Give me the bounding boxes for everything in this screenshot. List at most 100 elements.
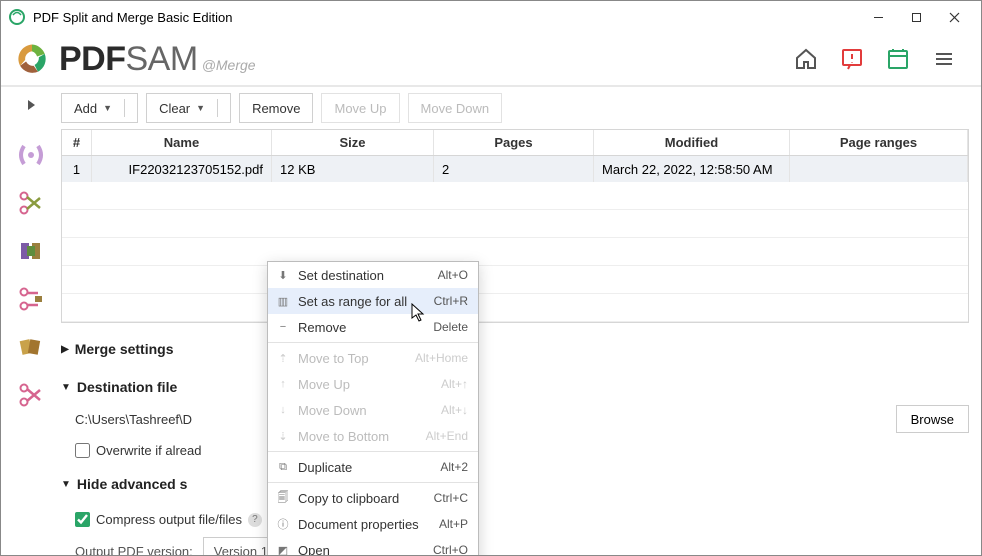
window-maximize-button[interactable]	[897, 2, 935, 32]
menu-item-label: Document properties	[298, 517, 431, 532]
menu-item-label: Move Up	[298, 377, 433, 392]
sidebar-item-splitbysize[interactable]	[13, 281, 49, 317]
menu-item-icon: ⬇	[276, 269, 290, 282]
menu-item-icon: ↑	[276, 378, 290, 390]
destination-toggle[interactable]: ▼ Destination file	[61, 375, 969, 399]
menu-item-label: Open	[298, 543, 425, 556]
compress-label: Compress output file/files	[96, 512, 242, 527]
sidebar-item-alternate[interactable]	[13, 377, 49, 413]
menu-item-accel: Ctrl+C	[434, 491, 468, 505]
menu-item-label: Move to Bottom	[298, 429, 418, 444]
moveup-button[interactable]: Move Up	[321, 93, 399, 123]
menu-item-move-to-bottom: ⇣ Move to Bottom Alt+End	[268, 423, 478, 449]
table-row[interactable]: 1 IF22032123705152.pdf 12 KB 2 March 22,…	[62, 156, 968, 182]
menu-item-accel: Delete	[433, 320, 468, 334]
col-num[interactable]: #	[62, 130, 92, 155]
movedown-button[interactable]: Move Down	[408, 93, 503, 123]
menu-item-accel: Alt+2	[440, 460, 468, 474]
sidebar-item-merge[interactable]	[13, 137, 49, 173]
file-table: # Name Size Pages Modified Page ranges 1…	[61, 129, 969, 323]
overwrite-checkbox[interactable]	[75, 443, 90, 458]
menu-item-label: Move to Top	[298, 351, 407, 366]
menu-item-accel: Ctrl+R	[434, 294, 468, 308]
menu-item-label: Set as range for all	[298, 294, 426, 309]
menu-item-accel: Ctrl+O	[433, 543, 468, 555]
menu-separator	[268, 482, 478, 483]
app-logo-icon	[9, 9, 25, 25]
window-minimize-button[interactable]	[859, 2, 897, 32]
menu-item-set-as-range-for-all[interactable]: ▥Set as range for allCtrl+R	[268, 288, 478, 314]
menu-item-icon: ↓	[276, 404, 290, 416]
menu-item-label: Duplicate	[298, 460, 432, 475]
window-titlebar: PDF Split and Merge Basic Edition	[1, 1, 981, 33]
destination-section: ▼ Destination file C:\Users\Tashreef\D B…	[61, 375, 969, 458]
menu-item-remove[interactable]: −Remove Delete	[268, 314, 478, 340]
app-header: PDFSAM @Merge	[1, 33, 981, 87]
menu-item-duplicate[interactable]: ⧉ Duplicate Alt+2	[268, 454, 478, 480]
menu-item-icon: ⇡	[276, 352, 290, 365]
table-empty-area[interactable]	[62, 182, 968, 322]
advanced-section: ▼ Hide advanced s Compress output file/f…	[61, 472, 969, 555]
menu-item-move-up: ↑ Move Up Alt+↑	[268, 371, 478, 397]
context-menu: ⬇Set destinationAlt+O▥Set as range for a…	[267, 261, 479, 555]
menu-item-icon: 🗐	[276, 489, 290, 508]
menu-item-open[interactable]: ◩ Open Ctrl+O	[268, 537, 478, 555]
window-close-button[interactable]	[935, 2, 973, 32]
menu-icon[interactable]	[929, 44, 959, 74]
sidebar	[1, 87, 61, 555]
menu-item-icon: ⇣	[276, 430, 290, 443]
menu-item-copy-to-clipboard[interactable]: 🗐Copy to clipboardCtrl+C	[268, 485, 478, 511]
menu-separator	[268, 451, 478, 452]
browse-button[interactable]: Browse	[896, 405, 969, 433]
menu-separator	[268, 342, 478, 343]
help-icon[interactable]: ?	[248, 513, 262, 527]
menu-item-accel: Alt+↑	[441, 377, 468, 391]
window-title: PDF Split and Merge Basic Edition	[33, 10, 232, 25]
menu-item-icon: ⓘ	[276, 516, 290, 532]
compress-checkbox[interactable]	[75, 512, 90, 527]
content-area: Add▼ Clear▼ Remove Move Up Move Down # N…	[61, 87, 981, 555]
menu-item-accel: Alt+P	[439, 517, 468, 531]
advanced-toggle[interactable]: ▼ Hide advanced s	[61, 472, 969, 496]
sidebar-expand-icon[interactable]	[21, 95, 41, 115]
clear-button[interactable]: Clear▼	[146, 93, 231, 123]
menu-item-accel: Alt+↓	[441, 403, 468, 417]
brand-name: PDFSAM	[59, 40, 198, 79]
alert-icon[interactable]	[837, 44, 867, 74]
menu-item-accel: Alt+Home	[415, 351, 468, 365]
menu-item-document-properties[interactable]: ⓘ Document properties Alt+P	[268, 511, 478, 537]
menu-item-label: Set destination	[298, 268, 430, 283]
menu-item-label: Move Down	[298, 403, 433, 418]
menu-item-icon: −	[276, 321, 290, 333]
menu-item-move-to-top: ⇡ Move to Top Alt+Home	[268, 345, 478, 371]
home-icon[interactable]	[791, 44, 821, 74]
destination-path[interactable]: C:\Users\Tashreef\D	[75, 412, 888, 427]
merge-settings-section: ▶ Merge settings	[61, 337, 969, 361]
merge-settings-toggle[interactable]: ▶ Merge settings	[61, 337, 969, 361]
brand-logo-icon	[15, 42, 49, 76]
col-ranges[interactable]: Page ranges	[790, 130, 968, 155]
menu-item-icon: ⧉	[276, 461, 290, 474]
menu-item-accel: Alt+O	[438, 268, 468, 282]
sidebar-item-rotate[interactable]	[13, 329, 49, 365]
add-button[interactable]: Add▼	[61, 93, 138, 123]
table-header: # Name Size Pages Modified Page ranges	[62, 130, 968, 156]
news-icon[interactable]	[883, 44, 913, 74]
col-modified[interactable]: Modified	[594, 130, 790, 155]
menu-item-icon: ◩	[276, 544, 290, 556]
col-pages[interactable]: Pages	[434, 130, 594, 155]
remove-button[interactable]: Remove	[239, 93, 313, 123]
chevron-down-icon: ▼	[61, 382, 71, 393]
chevron-down-icon: ▼	[61, 479, 71, 490]
sidebar-item-split[interactable]	[13, 185, 49, 221]
menu-item-accel: Alt+End	[426, 429, 468, 443]
menu-item-move-down: ↓ Move Down Alt+↓	[268, 397, 478, 423]
chevron-right-icon: ▶	[61, 344, 69, 355]
menu-item-set-destination[interactable]: ⬇ Set destination Alt+O	[268, 262, 478, 288]
col-name[interactable]: Name	[92, 130, 272, 155]
overwrite-label: Overwrite if alread	[96, 443, 201, 458]
menu-item-label: Remove	[298, 320, 425, 335]
module-name: @Merge	[202, 57, 256, 73]
sidebar-item-extract[interactable]	[13, 233, 49, 269]
col-size[interactable]: Size	[272, 130, 434, 155]
